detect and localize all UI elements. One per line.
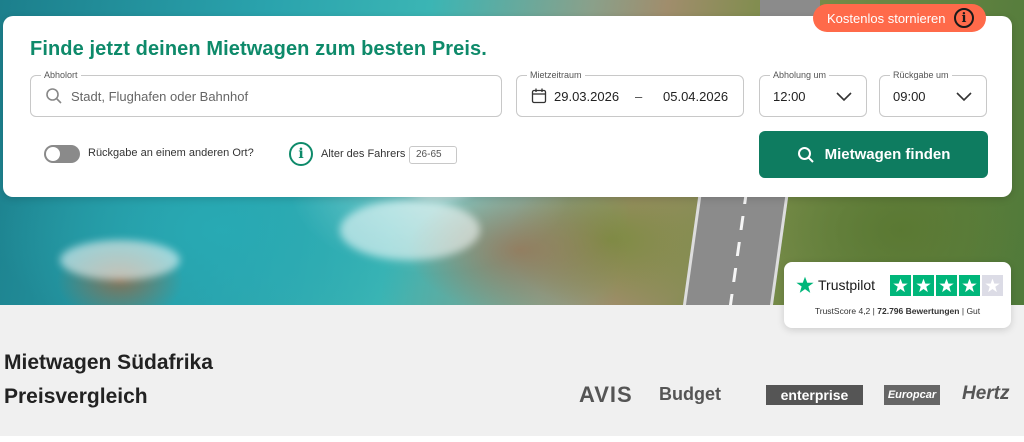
pickup-location-placeholder: Stadt, Flughafen oder Bahnhof [71,89,249,104]
rental-period-label: Mietzeitraum [527,69,585,81]
trustpilot-widget[interactable]: Trustpilot TrustScore 4,2 | 72.796 Bewer… [784,262,1011,328]
sea-foam [60,240,180,280]
separator: | [961,306,965,316]
return-time-label: Rückgabe um [890,69,952,81]
separator: | [872,306,875,316]
review-count: 72.796 Bewertungen [877,306,960,316]
search-card: Finde jetzt deinen Mietwagen zum besten … [3,16,1012,197]
rental-period-field[interactable]: Mietzeitraum 29.03.2026 – 05.04.2026 [516,69,744,117]
end-date: 05.04.2026 [663,89,729,104]
date-separator: – [635,89,643,104]
info-icon[interactable]: i [954,8,974,28]
content-strip [0,436,1024,442]
road-segment [680,190,790,305]
budget-logo: Budget [659,384,721,404]
enterprise-logo: enterprise [766,385,863,405]
rating-star-icon [982,275,1003,296]
pickup-location-label: Abholort [41,69,81,81]
europcar-logo: Europcar [884,385,940,405]
driver-age-input[interactable]: 26-65 [409,146,457,164]
search-icon [46,88,62,104]
find-rental-car-label: Mietwagen finden [824,146,951,163]
pickup-time-label: Abholung um [770,69,830,81]
driver-age-label: Alter des Fahrers [321,148,406,160]
chevron-down-icon [836,92,852,102]
return-elsewhere-label: Rückgabe an einem anderen Ort? [88,147,254,159]
hertz-logo: Hertz [962,383,1010,404]
free-cancellation-label: Kostenlos stornieren [827,10,946,26]
pickup-time-select[interactable]: Abholung um 12:00 [759,69,867,117]
rating-star-icon [936,275,957,296]
rating-star-icon [890,275,911,296]
trustpilot-score-line: TrustScore 4,2 | 72.796 Bewertungen | Gu… [784,306,1011,316]
trustpilot-brand: Trustpilot [818,277,876,293]
pickup-time-value: 12:00 [773,89,806,104]
info-icon[interactable]: i [289,142,313,166]
page-title-line1: Mietwagen Südafrika [4,351,213,374]
rating-verdict: Gut [966,306,981,316]
trustpilot-rating-stars [890,275,1003,296]
search-icon [797,146,814,163]
star-icon [796,276,814,293]
return-elsewhere-toggle[interactable] [44,145,80,163]
page-title-line2: Preisvergleich [4,385,148,408]
pickup-location-field[interactable]: Abholort Stadt, Flughafen oder Bahnhof [30,69,502,117]
page-title: Mietwagen Südafrika Preisvergleich [4,346,213,414]
start-date: 29.03.2026 [554,89,620,104]
rating-star-icon [959,275,980,296]
trustpilot-logo: Trustpilot [796,276,875,294]
free-cancellation-badge[interactable]: Kostenlos stornieren i [813,4,986,32]
sea-foam [340,200,480,260]
return-time-value: 09:00 [893,89,926,104]
search-heading: Finde jetzt deinen Mietwagen zum besten … [30,38,487,60]
calendar-icon [531,88,547,104]
return-time-select[interactable]: Rückgabe um 09:00 [879,69,987,117]
rating-star-icon [913,275,934,296]
find-rental-car-button[interactable]: Mietwagen finden [759,131,988,178]
chevron-down-icon [956,92,972,102]
avis-logo: AVIS [579,382,633,407]
trustscore-text: TrustScore 4,2 [814,306,871,316]
